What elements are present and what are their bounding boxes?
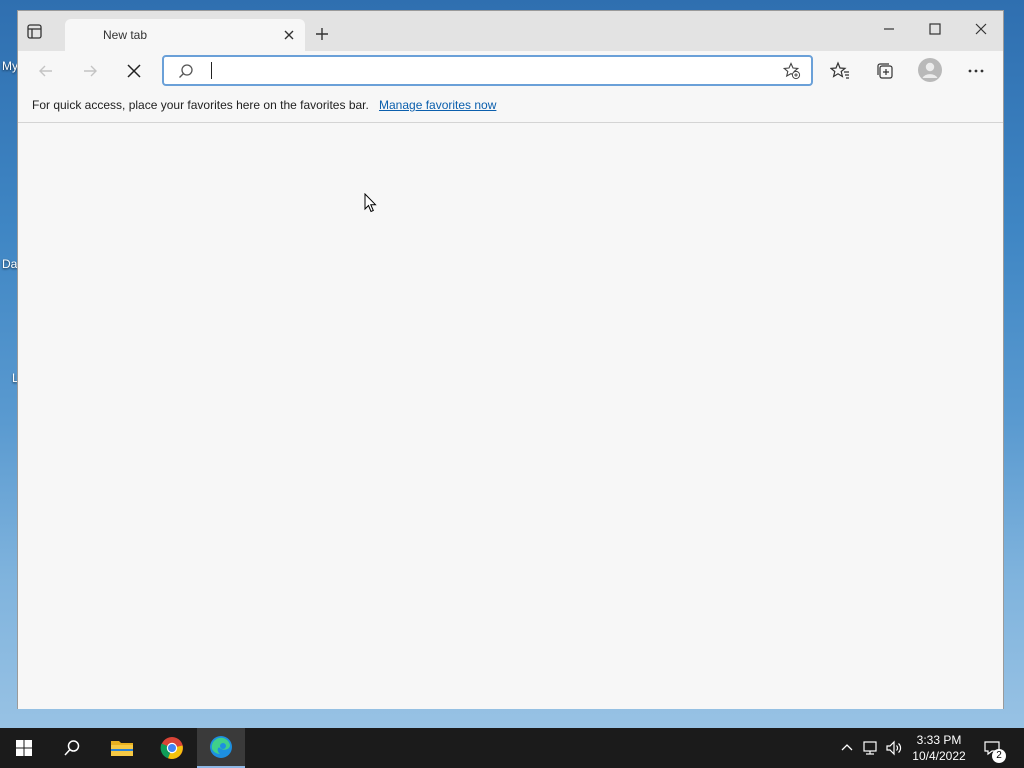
show-hidden-icons-chevron-icon[interactable] [838,739,856,757]
page-content [18,123,1003,709]
search-icon [64,740,80,756]
clock-time: 3:33 PM [916,733,962,747]
file-explorer-icon [111,741,133,756]
clock-date: 10/4/2022 [912,749,966,763]
browser-window: New tab For quick access, place your fav… [17,10,1004,709]
taskbar-edge[interactable] [197,728,245,768]
close-window-icon[interactable] [973,21,989,37]
system-clock[interactable]: 3:33 PM 10/4/2022 [906,732,972,764]
maximize-icon[interactable] [927,21,943,37]
desktop-icon-label[interactable]: Da [2,257,17,271]
tab-title: New tab [103,28,148,42]
add-favorite-icon[interactable] [783,62,801,80]
address-input[interactable] [208,60,768,82]
taskbar-chrome[interactable] [148,728,196,768]
edge-icon [210,736,232,758]
minimize-icon[interactable] [881,21,897,37]
navigation-toolbar [18,51,1003,91]
volume-icon[interactable] [885,739,903,757]
mouse-cursor-icon [364,193,377,213]
manage-favorites-link[interactable]: Manage favorites now [379,98,496,112]
windows-start-icon [16,740,32,756]
tab-new-tab[interactable]: New tab [65,19,305,51]
taskbar-file-explorer[interactable] [98,728,146,768]
new-tab-icon[interactable] [314,26,330,42]
address-bar[interactable] [162,55,813,86]
taskbar: 3:33 PM 10/4/2022 [0,728,1024,768]
notification-count-badge: 2 [992,749,1006,763]
close-tab-icon[interactable] [281,27,297,43]
tab-actions-icon[interactable] [26,23,43,40]
taskbar-search-button[interactable] [48,728,96,768]
more-options-icon[interactable] [966,61,986,81]
text-caret [211,62,212,79]
back-arrow-icon[interactable] [36,61,56,81]
collections-icon[interactable] [875,61,895,81]
forward-arrow-icon[interactable] [80,61,100,81]
profile-avatar-icon[interactable] [918,58,942,82]
stop-loading-icon[interactable] [124,61,144,81]
favorites-bar-message: For quick access, place your favorites h… [32,98,369,112]
search-icon [179,64,193,78]
tab-strip: New tab [18,11,1003,51]
network-icon[interactable] [862,739,880,757]
start-button[interactable] [0,728,48,768]
favorites-icon[interactable] [830,61,850,81]
favorites-bar: For quick access, place your favorites h… [18,91,1003,123]
chrome-icon [160,737,183,759]
desktop-icon-label[interactable]: My [2,59,18,73]
